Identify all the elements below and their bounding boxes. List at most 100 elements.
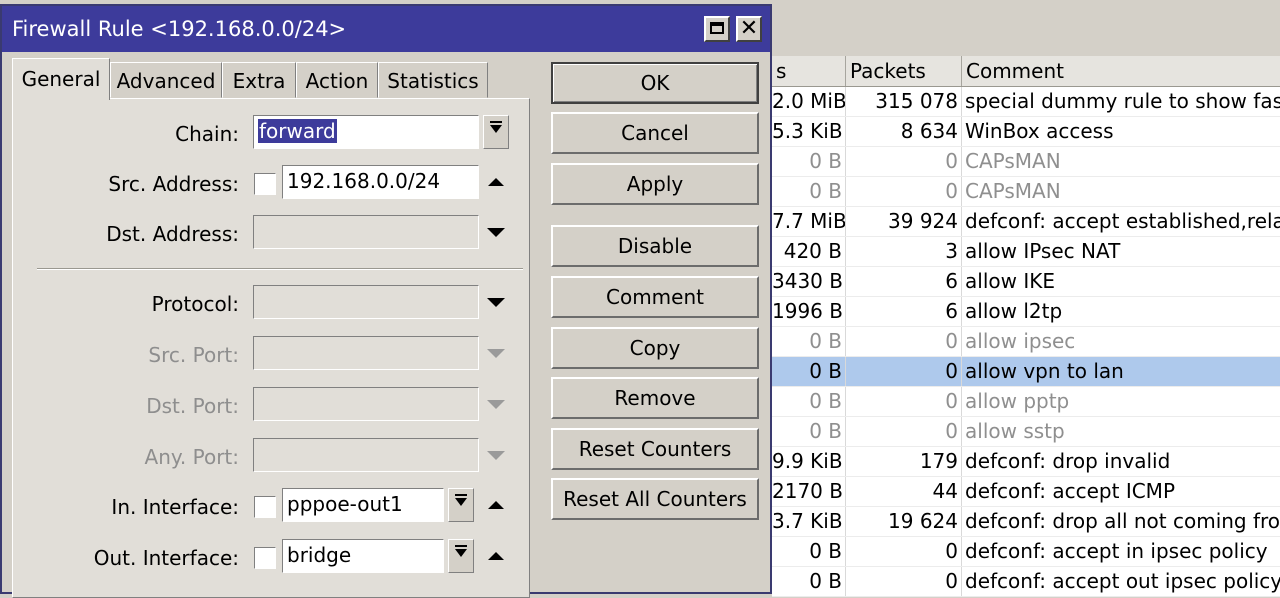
cell-comment: allow l2tp: [965, 299, 1063, 323]
collapse-up-icon[interactable]: [488, 178, 504, 186]
cell-packets: 315 078: [846, 87, 962, 116]
cell-bytes: 3430 B: [772, 267, 846, 296]
chain-field[interactable]: forward: [253, 115, 479, 149]
chain-dropdown-button[interactable]: [483, 115, 509, 149]
apply-button[interactable]: Apply: [551, 163, 759, 205]
column-header-comment[interactable]: Comment: [962, 56, 1280, 86]
cell-packets: 0: [846, 537, 962, 566]
table-row[interactable]: 420 B 3 allow IPsec NAT: [772, 237, 1280, 267]
cell-packets: 6: [846, 267, 962, 296]
cell-packets: 0: [846, 417, 962, 446]
cell-comment: allow IPsec NAT: [965, 239, 1121, 263]
cancel-button[interactable]: Cancel: [551, 112, 759, 154]
cell-bytes: 9.9 KiB: [772, 447, 846, 476]
tab-general[interactable]: General: [12, 58, 110, 100]
dst-address-field[interactable]: [253, 215, 479, 249]
tab-extra[interactable]: Extra: [222, 62, 296, 98]
collapse-up-icon[interactable]: [488, 552, 504, 560]
src-address-label: Src. Address:: [108, 172, 239, 196]
any-port-label: Any. Port:: [144, 445, 239, 469]
cell-bytes: 1996 B: [772, 297, 846, 326]
column-header-packets[interactable]: Packets: [846, 56, 962, 86]
table-row[interactable]: 2.0 MiB 315 078 special dummy rule to show…: [772, 87, 1280, 117]
table-row[interactable]: 3.7 KiB 19 624 defconf: drop all not comin…: [772, 507, 1280, 537]
reset-all-counters-button[interactable]: Reset All Counters: [551, 478, 759, 520]
table-row[interactable]: 5.3 KiB 8 634 WinBox access: [772, 117, 1280, 147]
in-interface-field[interactable]: pppoe-out1: [282, 488, 444, 522]
tab-statistics[interactable]: Statistics: [378, 62, 488, 98]
cell-comment: CAPsMAN: [965, 149, 1061, 173]
cell-comment: defconf: accept out ipsec policy: [965, 569, 1280, 593]
dropdown-arrow-icon: [490, 121, 502, 133]
cell-comment: defconf: drop all not coming from: [965, 509, 1280, 533]
copy-button[interactable]: Copy: [551, 327, 759, 369]
table-row[interactable]: 2170 B 44 defconf: accept ICMP: [772, 477, 1280, 507]
table-row[interactable]: 0 B 0 allow vpn to lan: [772, 357, 1280, 387]
cell-bytes: 0 B: [772, 567, 846, 596]
tab-action[interactable]: Action: [296, 62, 378, 98]
table-row[interactable]: 0 B 0 defconf: accept out ipsec policy: [772, 567, 1280, 597]
table-body: 2.0 MiB 315 078 special dummy rule to show…: [772, 87, 1280, 597]
cell-packets: 39 924: [846, 207, 962, 236]
cell-bytes: 0 B: [772, 417, 846, 446]
in-interface-invert-checkbox[interactable]: [254, 496, 276, 518]
cell-comment: allow IKE: [965, 269, 1055, 293]
cell-bytes: 0 B: [772, 327, 846, 356]
cell-bytes: 420 B: [772, 237, 846, 266]
tab-advanced[interactable]: Advanced: [110, 62, 222, 98]
remove-button[interactable]: Remove: [551, 377, 759, 419]
maximize-button[interactable]: [704, 16, 730, 42]
cell-bytes: 3.7 KiB: [772, 507, 846, 536]
expand-down-icon[interactable]: [487, 298, 505, 307]
table-row[interactable]: 0 B 0 allow sstp: [772, 417, 1280, 447]
cell-packets: 0: [846, 147, 962, 176]
out-interface-dropdown-button[interactable]: [448, 539, 474, 573]
column-header-bytes[interactable]: s: [772, 56, 846, 86]
expand-down-icon[interactable]: [487, 228, 505, 237]
in-interface-dropdown-button[interactable]: [448, 488, 474, 522]
cell-packets: 179: [846, 447, 962, 476]
window-title: Firewall Rule <192.168.0.0/24>: [12, 17, 347, 41]
protocol-field[interactable]: [253, 285, 479, 319]
cell-packets: 0: [846, 567, 962, 596]
collapse-up-icon[interactable]: [488, 501, 504, 509]
out-interface-field[interactable]: bridge: [282, 539, 444, 573]
expand-down-icon: [487, 349, 505, 358]
out-interface-invert-checkbox[interactable]: [254, 547, 276, 569]
table-row[interactable]: 0 B 0 defconf: accept in ipsec policy: [772, 537, 1280, 567]
table-row[interactable]: 1996 B 6 allow l2tp: [772, 297, 1280, 327]
reset-counters-button[interactable]: Reset Counters: [551, 428, 759, 470]
cell-bytes: 0 B: [772, 147, 846, 176]
rules-table: s Packets Comment 2.0 MiB 315 078 special …: [772, 56, 1280, 597]
cell-comment: defconf: accept ICMP: [965, 479, 1175, 503]
cell-comment: defconf: accept established,relate: [965, 209, 1280, 233]
cell-bytes: 0 B: [772, 387, 846, 416]
cell-bytes: 7.7 MiB: [772, 207, 846, 236]
close-button[interactable]: ✕: [736, 16, 762, 42]
table-row[interactable]: 0 B 0 allow ipsec: [772, 327, 1280, 357]
cell-comment: defconf: drop invalid: [965, 449, 1171, 473]
chain-label: Chain:: [175, 122, 239, 146]
table-row[interactable]: 7.7 MiB 39 924 defconf: accept established…: [772, 207, 1280, 237]
table-row[interactable]: 0 B 0 CAPsMAN: [772, 147, 1280, 177]
ok-button[interactable]: OK: [551, 62, 759, 104]
table-row[interactable]: 0 B 0 CAPsMAN: [772, 177, 1280, 207]
chain-value: forward: [258, 119, 337, 143]
comment-button[interactable]: Comment: [551, 276, 759, 318]
cell-bytes: 2170 B: [772, 477, 846, 506]
general-tab-panel: Chain: forward Src. Address: 192.168.0.0…: [12, 98, 530, 598]
cell-comment: allow sstp: [965, 419, 1065, 443]
src-address-invert-checkbox[interactable]: [254, 173, 276, 195]
title-bar[interactable]: Firewall Rule <192.168.0.0/24> ✕: [2, 6, 770, 52]
table-header: s Packets Comment: [772, 56, 1280, 87]
firewall-rule-dialog: Firewall Rule <192.168.0.0/24> ✕ General…: [0, 4, 772, 598]
disable-button[interactable]: Disable: [551, 225, 759, 267]
cell-packets: 0: [846, 327, 962, 356]
src-address-field[interactable]: 192.168.0.0/24: [282, 165, 479, 199]
any-port-field: [253, 438, 479, 472]
cell-comment: special dummy rule to show fasttr: [965, 89, 1280, 113]
table-row[interactable]: 0 B 0 allow pptp: [772, 387, 1280, 417]
table-row[interactable]: 9.9 KiB 179 defconf: drop invalid: [772, 447, 1280, 477]
table-row[interactable]: 3430 B 6 allow IKE: [772, 267, 1280, 297]
cell-comment: allow vpn to lan: [965, 359, 1124, 383]
